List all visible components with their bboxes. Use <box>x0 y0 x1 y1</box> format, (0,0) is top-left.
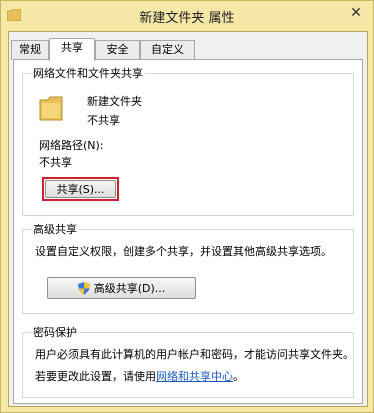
change-text-suffix: 。 <box>233 370 244 383</box>
network-sharing-center-link[interactable]: 网络和共享中心 <box>156 370 233 383</box>
share-status: 不共享 <box>87 114 120 127</box>
tab-security[interactable]: 安全 <box>95 40 140 60</box>
tab-customize[interactable]: 自定义 <box>140 40 195 60</box>
tab-general[interactable]: 常规 <box>11 40 49 60</box>
advanced-sharing-button-label: 高级共享(D)... <box>93 282 166 295</box>
title-bar[interactable]: 新建文件夹 属性 ✕ <box>1 1 373 31</box>
network-sharing-group-title: 网络文件和文件夹共享 <box>31 65 145 81</box>
advanced-sharing-button[interactable]: 高级共享(D)... <box>47 277 196 299</box>
password-protection-change-text: 若要更改此设置，请使用网络和共享中心。 <box>35 368 244 384</box>
folder-icon <box>39 96 63 121</box>
dialog-client: 常规 共享 安全 自定义 网络文件和文件夹共享 新建文件夹 不共享 网络路径(N… <box>8 31 368 407</box>
tab-sharing[interactable]: 共享 <box>49 38 95 61</box>
shield-icon <box>77 281 90 295</box>
folder-name: 新建文件夹 <box>87 95 142 108</box>
close-icon: ✕ <box>350 5 362 21</box>
change-text-prefix: 若要更改此设置，请使用 <box>35 370 156 383</box>
window-title: 新建文件夹 属性 <box>139 11 235 26</box>
tab-strip: 常规 共享 安全 自定义 <box>11 38 361 61</box>
network-path-label: 网络路径(N): <box>39 139 104 152</box>
password-protection-description: 用户必须具有此计算机的用户帐户和密码，才能访问共享文件夹。 <box>35 348 354 361</box>
network-path-value: 不共享 <box>39 156 72 169</box>
advanced-sharing-description: 设置自定义权限，创建多个共享，并设置其他高级共享选项。 <box>35 245 332 258</box>
advanced-sharing-group: 高级共享 设置自定义权限，创建多个共享，并设置其他高级共享选项。 高级共享(D)… <box>22 221 354 314</box>
share-button[interactable]: 共享(S)... <box>45 180 116 198</box>
password-protection-group-title: 密码保护 <box>31 324 79 340</box>
properties-window: 新建文件夹 属性 ✕ 常规 共享 安全 自定义 网络文件和文件夹共享 新建文件夹… <box>0 0 374 413</box>
close-button[interactable]: ✕ <box>345 3 367 23</box>
sharing-tab-panel: 网络文件和文件夹共享 新建文件夹 不共享 网络路径(N): 不共享 共享(S).… <box>13 59 363 404</box>
password-protection-group: 密码保护 用户必须具有此计算机的用户帐户和密码，才能访问共享文件夹。 若要更改此… <box>22 324 354 398</box>
advanced-sharing-group-title: 高级共享 <box>31 221 79 237</box>
network-sharing-group: 网络文件和文件夹共享 新建文件夹 不共享 网络路径(N): 不共享 共享(S).… <box>22 65 354 216</box>
